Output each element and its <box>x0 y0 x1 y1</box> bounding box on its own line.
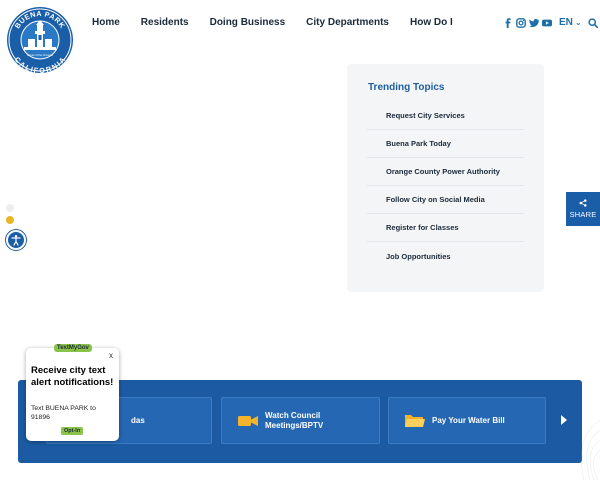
trending-item-orange-county-power-authority[interactable]: Orange County Power Authority <box>367 158 524 186</box>
opt-in-button[interactable]: Opt-In <box>61 427 84 435</box>
decorative-lines <box>581 420 600 480</box>
nav-city-departments[interactable]: City Departments <box>306 17 389 28</box>
nav-residents[interactable]: Residents <box>141 17 189 28</box>
logo-tagline: Center of the Universe <box>27 53 54 57</box>
share-button[interactable]: SHARE <box>566 192 600 226</box>
instagram-icon[interactable] <box>516 17 526 28</box>
twitter-icon[interactable] <box>529 18 539 28</box>
quick-link-pay-water-bill-label: Pay Your Water Bill <box>432 415 505 425</box>
trending-item-buena-park-today[interactable]: Buena Park Today <box>367 130 524 158</box>
language-selector[interactable]: EN ⌄ <box>559 17 582 28</box>
main-nav: Home Residents Doing Business City Depar… <box>92 17 453 28</box>
accessibility-button[interactable] <box>6 230 26 250</box>
trending-item-job-opportunities[interactable]: Job Opportunities <box>367 242 524 270</box>
share-icon <box>579 199 587 207</box>
trending-item-request-city-services[interactable]: Request City Services <box>367 102 524 130</box>
trending-topics-panel: Trending Topics Request City Services Bu… <box>347 64 544 292</box>
trending-topics-list: Request City Services Buena Park Today O… <box>367 102 524 270</box>
nav-how-do-i[interactable]: How Do I <box>410 17 453 28</box>
textmygov-logo: TextMyGov <box>54 344 92 352</box>
text-alert-popup: TextMyGov x Receive city text alert noti… <box>26 344 119 441</box>
quick-link-watch-council-meetings[interactable]: Watch Council Meetings/BPTV <box>221 397 380 444</box>
city-logo[interactable]: BUENA PARK CALIFORNIA Center of the Univ… <box>6 6 74 75</box>
popup-body: Text BUENA PARK to 91896 <box>31 405 96 421</box>
quick-link-agendas-label: das <box>131 415 145 425</box>
folder-icon <box>405 414 425 427</box>
popup-close-button[interactable]: x <box>109 351 113 360</box>
quick-link-pay-water-bill[interactable]: Pay Your Water Bill <box>388 397 546 444</box>
quick-link-watch-council-meetings-label: Watch Council Meetings/BPTV <box>265 410 324 430</box>
language-label: EN <box>559 17 573 28</box>
header-utilities: EN ⌄ <box>503 17 600 28</box>
nav-home[interactable]: Home <box>92 17 120 28</box>
share-label: SHARE <box>569 210 597 219</box>
slider-dot-2[interactable] <box>6 216 14 224</box>
nav-doing-business[interactable]: Doing Business <box>210 17 286 28</box>
trending-item-follow-city-social-media[interactable]: Follow City on Social Media <box>367 186 524 214</box>
chevron-down-icon: ⌄ <box>574 18 582 27</box>
accessibility-icon <box>11 235 21 246</box>
search-icon[interactable] <box>587 17 598 28</box>
youtube-icon[interactable] <box>542 18 552 28</box>
popup-heading: Receive city text alert notifications! <box>31 365 114 388</box>
trending-item-register-for-classes[interactable]: Register for Classes <box>367 214 524 242</box>
slider-dot-1[interactable] <box>6 204 14 212</box>
trending-topics-title: Trending Topics <box>368 82 445 93</box>
video-camera-icon <box>238 415 258 426</box>
facebook-icon[interactable] <box>503 17 513 28</box>
